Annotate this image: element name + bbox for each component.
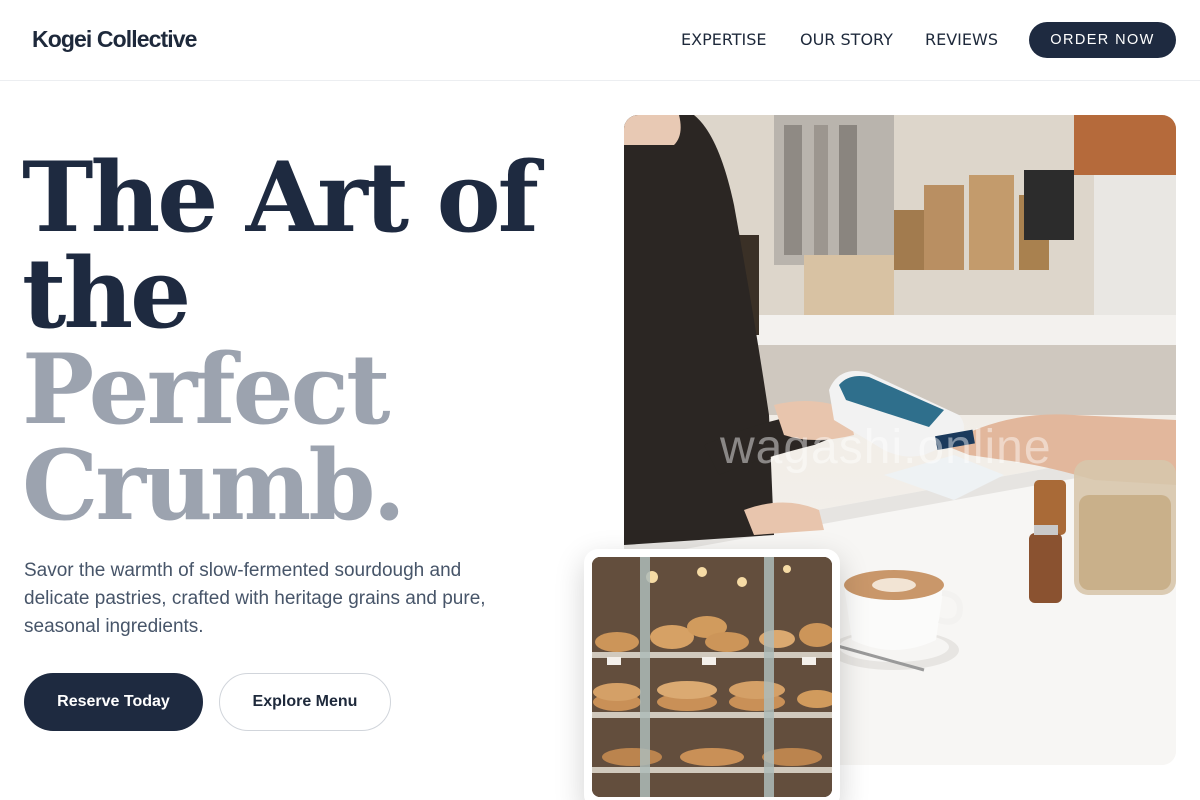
headline-line-4: Crumb. <box>22 429 406 542</box>
order-now-button[interactable]: ORDER NOW <box>1029 22 1176 58</box>
reserve-today-button[interactable]: Reserve Today <box>24 673 203 731</box>
headline-line-2: the <box>22 237 191 350</box>
headline-line-3: Perfect <box>22 333 390 446</box>
watermark-text: wagashi.online <box>720 421 1052 474</box>
site-header: Kogei Collective EXPERTISE OUR STORY REV… <box>0 0 1200 81</box>
nav-expertise[interactable]: EXPERTISE <box>681 30 767 49</box>
pastry-case-illustration <box>592 557 832 797</box>
brand-logo[interactable]: Kogei Collective <box>32 26 197 53</box>
headline-line-1: The Art of <box>22 141 539 254</box>
hero-subtitle: Savor the warmth of slow-fermented sourd… <box>24 560 486 637</box>
nav-our-story[interactable]: OUR STORY <box>800 30 893 49</box>
explore-menu-button[interactable]: Explore Menu <box>219 673 391 731</box>
hero-headline: The Art of the Perfect Crumb. <box>22 150 582 534</box>
nav-reviews[interactable]: REVIEWS <box>925 30 998 49</box>
pastry-card <box>584 549 840 800</box>
pastry-display-photo <box>592 557 832 797</box>
